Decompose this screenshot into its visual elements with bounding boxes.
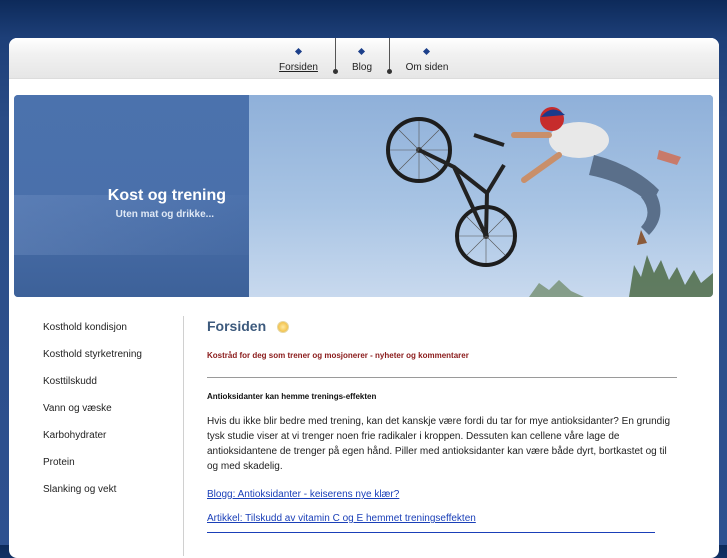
sidebar-item-kosttilskudd[interactable]: Kosttilskudd [43,376,97,387]
sidebar-item-kosthold-styrketrening[interactable]: Kosthold styrketrening [43,349,142,360]
site-title: Kost og trening [107,187,226,204]
sidebar-item-karbohydrater[interactable]: Karbohydrater [43,430,106,441]
sidebar-item-vann-og-vaeske[interactable]: Vann og væske [43,403,112,414]
page-container: Forsiden Blog Om siden Kost og trening U… [9,38,719,558]
sidebar-item-slanking-og-vekt[interactable]: Slanking og vekt [43,484,116,495]
nav-item-om-siden[interactable]: Om siden [399,38,455,78]
sidebar-item-protein[interactable]: Protein [43,457,75,468]
diamond-bullet-icon [422,47,431,56]
header-banner: Kost og trening Uten mat og drikke... [14,95,713,297]
link-underline-divider [207,532,655,533]
nav-item-label: Blog [351,62,372,73]
sidebar-nav: Kosthold kondisjon Kosthold styrketrenin… [9,316,184,556]
bmx-rider-illustration [386,107,713,297]
nav-separator [387,38,392,74]
link-blog-antioksidanter[interactable]: Blogg: Antioksidanter - keiserens nye kl… [207,489,399,500]
nav-item-forsiden[interactable]: Forsiden [269,38,328,78]
diamond-bullet-icon [357,47,366,56]
link-artikkel-vitamin[interactable]: Artikkel: Tilskudd av vitamin C og E hem… [207,513,476,524]
article-body: Hvis du ikke blir bedre med trening, kan… [207,416,671,472]
diamond-bullet-icon [294,47,302,56]
top-nav: Forsiden Blog Om siden [9,38,719,79]
page-tagline: Kostråd for deg som trener og mosjonerer… [207,351,469,360]
page-title: Forsiden [207,318,267,334]
banner-title-panel: Kost og trening Uten mat og drikke... [14,95,249,297]
nav-item-label: Forsiden [279,62,318,73]
content-divider [207,377,677,378]
sun-icon [277,321,289,333]
header-photo-bmx [249,95,713,297]
site-subtitle: Uten mat og drikke... [115,209,214,220]
nav-item-blog[interactable]: Blog [342,38,382,78]
sidebar-divider [183,316,184,556]
nav-item-label: Om siden [405,62,449,73]
sidebar-item-kosthold-kondisjon[interactable]: Kosthold kondisjon [43,322,127,333]
nav-separator [333,38,338,74]
article-headline: Antioksidanter kan hemme trenings-effekt… [207,392,377,401]
